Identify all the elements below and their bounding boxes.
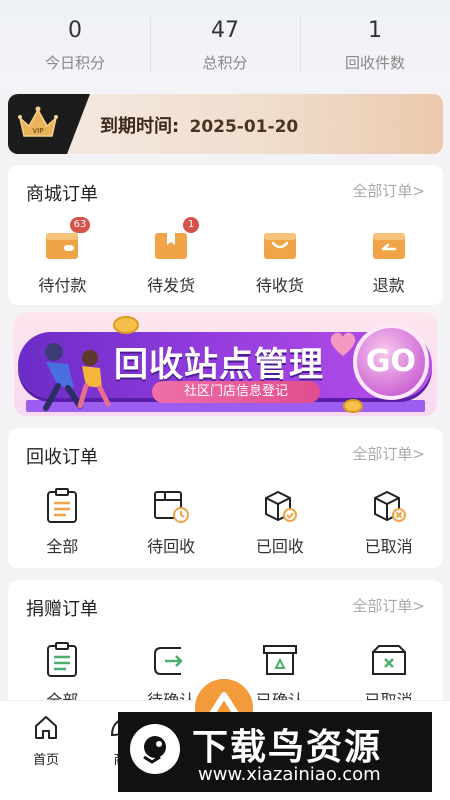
mall-order-pending-shipment[interactable]: 1 待发货 [117, 217, 226, 296]
box-x-icon [371, 645, 406, 675]
stat-today-points[interactable]: 0 今日积分 [0, 0, 150, 90]
stat-total-points[interactable]: 47 总积分 [150, 0, 300, 90]
coin-icon [343, 399, 363, 413]
mall-orders-card: 商城订单 全部订单> 63 待付款 1 待发货 待收货 退款 [8, 165, 443, 305]
pending-shipment-badge: 1 [183, 217, 200, 233]
clipboard-icon [47, 642, 78, 677]
cell-label: 待回收 [147, 537, 196, 556]
shopping-bag-icon [263, 233, 296, 259]
watermark-overlay: 下载鸟资源 www.xiazainiao.com [118, 712, 432, 792]
recycle-order-all[interactable]: 全部 [8, 488, 117, 557]
bird-logo-icon [130, 724, 180, 774]
mall-orders-all-link[interactable]: 全部订单> [352, 180, 425, 201]
svg-text:VIP: VIP [32, 127, 43, 135]
box-clock-icon [154, 491, 190, 523]
mall-order-pending-receipt[interactable]: 待收货 [226, 227, 335, 296]
clipboard-icon [47, 488, 78, 523]
stat-label: 总积分 [202, 54, 248, 72]
cell-label: 待付款 [38, 276, 87, 295]
recycle-order-done[interactable]: 已回收 [226, 488, 335, 557]
stats-row: 0 今日积分 47 总积分 1 回收件数 [0, 0, 450, 90]
box-cancel-icon [373, 490, 406, 522]
watermark-title: 下载鸟资源 [192, 727, 383, 768]
box-check-icon [264, 490, 297, 522]
vip-expiry-text: 到期时间: 2025-01-20 [100, 112, 298, 138]
stat-recycle-count[interactable]: 1 回收件数 [300, 0, 450, 90]
cell-label: 退款 [372, 276, 405, 295]
stat-label: 今日积分 [44, 54, 105, 72]
cell-label: 已取消 [364, 537, 413, 556]
cell-label: 待发货 [147, 276, 196, 295]
stat-value: 1 [368, 18, 382, 43]
coin-icon [113, 316, 139, 334]
vip-expiry-banner[interactable]: VIP 到期时间: 2025-01-20 [8, 94, 443, 154]
transfer-icon [154, 647, 183, 675]
recycle-orders-card: 回收订单 全部订单> 全部 待回收 已回收 已取消 [8, 428, 443, 568]
running-people-icon [43, 343, 111, 411]
recycle-box-icon [262, 645, 297, 675]
cell-label: 待收货 [255, 276, 304, 295]
vip-badge: VIP [8, 94, 90, 154]
mall-order-pending-payment[interactable]: 63 待付款 [8, 217, 117, 296]
recycle-station-promo-banner[interactable]: 回收站点管理 社区门店信息登记 GO [14, 312, 437, 416]
vip-expiry-date: 2025-01-20 [189, 117, 299, 137]
pending-payment-badge: 63 [69, 217, 91, 233]
cell-label: 已回收 [255, 537, 304, 556]
stat-value: 47 [211, 18, 239, 43]
refund-icon [372, 233, 405, 259]
promo-title: 回收站点管理 [114, 345, 324, 385]
mall-orders-title: 商城订单 [26, 184, 98, 205]
cell-label: 全部 [46, 537, 79, 556]
donation-orders-title: 捐赠订单 [26, 599, 98, 620]
stat-label: 回收件数 [344, 54, 405, 72]
mall-order-refund[interactable]: 退款 [334, 227, 443, 296]
stat-value: 0 [68, 18, 82, 43]
tab-home[interactable]: 首页 [16, 713, 76, 768]
vip-expiry-label: 到期时间: [100, 116, 180, 137]
recycle-order-pending[interactable]: 待回收 [117, 488, 226, 557]
watermark-url: www.xiazainiao.com [198, 764, 381, 785]
recycle-order-cancelled[interactable]: 已取消 [334, 488, 443, 557]
home-icon [35, 716, 57, 739]
donation-orders-all-link[interactable]: 全部订单> [352, 595, 425, 616]
tab-home-label: 首页 [32, 753, 59, 768]
promo-subtitle: 社区门店信息登记 [152, 381, 320, 403]
promo-go-button[interactable]: GO [353, 324, 429, 400]
recycle-orders-title: 回收订单 [26, 447, 98, 468]
crown-icon: VIP [18, 106, 58, 137]
recycle-orders-all-link[interactable]: 全部订单> [352, 443, 425, 464]
package-icon [155, 233, 188, 259]
